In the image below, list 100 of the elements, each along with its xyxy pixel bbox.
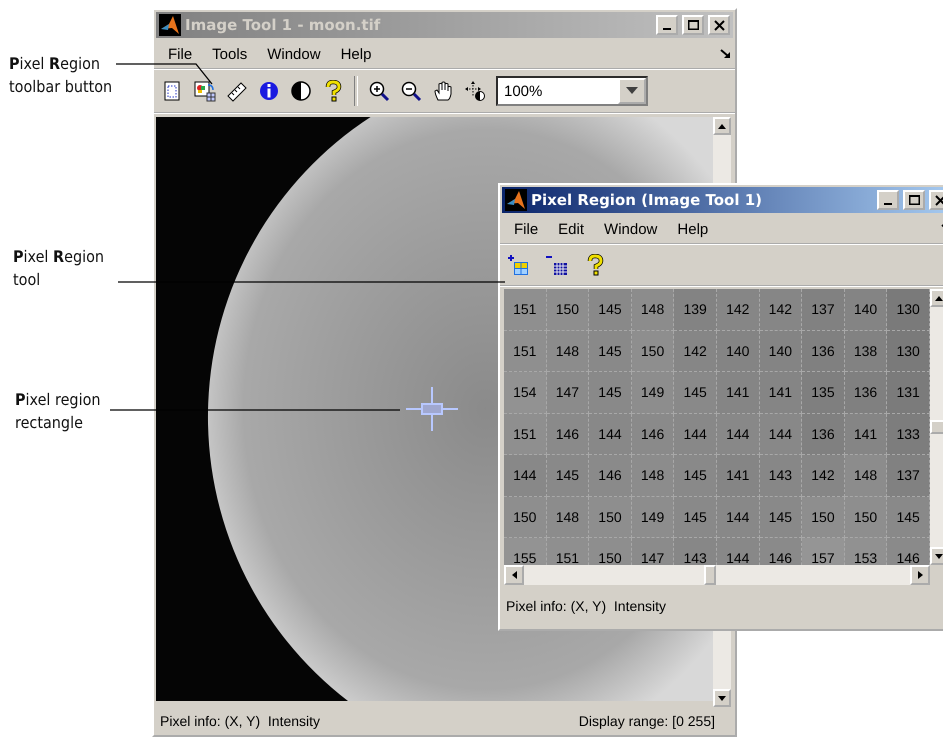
pixel-value-cell: 143 — [760, 455, 802, 496]
scroll-up-icon[interactable] — [935, 296, 943, 300]
callout-label: Pixel Region toolbar button — [9, 53, 114, 98]
scroll-right-icon[interactable] — [918, 571, 922, 579]
zoom-in-icon[interactable] — [368, 80, 390, 102]
minimize-icon — [884, 203, 892, 205]
callout-label: Pixel Region tool — [13, 246, 106, 291]
close-icon — [934, 194, 943, 206]
minimize-icon — [663, 28, 671, 30]
pixel-value-cell: 130 — [887, 289, 930, 330]
menu-item[interactable]: File — [504, 220, 548, 238]
pixel-value-cell: 144 — [589, 414, 632, 455]
pan-arrows-icon[interactable] — [464, 80, 486, 102]
pixel-value-cell: 146 — [546, 414, 590, 455]
pixel-value-cell: 148 — [632, 289, 674, 330]
pixel-value-cell: 151 — [546, 538, 590, 565]
magnification-dropdown[interactable]: 100% — [496, 76, 648, 106]
menu-item[interactable]: Window — [594, 220, 668, 238]
pixel-value-cell: 151 — [504, 414, 547, 455]
pixel-value-cell: 142 — [802, 455, 845, 496]
close-icon — [714, 20, 724, 30]
pixel-value-cell: 148 — [546, 496, 590, 538]
scroll-down-icon[interactable] — [718, 696, 726, 700]
pixel-value-cell: 155 — [504, 538, 547, 565]
pixel-value-cell: 136 — [802, 330, 845, 372]
maximize-icon — [908, 195, 920, 205]
zoom-out-icon[interactable] — [400, 80, 422, 102]
pixel-value-cell: 157 — [802, 538, 845, 565]
window-title: Image Tool 1 - moon.tif — [185, 16, 382, 34]
minimize-button[interactable] — [877, 190, 899, 210]
pixel-value-cell: 141 — [716, 372, 760, 414]
menu-item[interactable]: Window — [257, 46, 331, 62]
pixel-value-cell: 144 — [716, 496, 760, 538]
pixel-value-cell: 144 — [504, 455, 547, 496]
maximize-button[interactable] — [682, 15, 704, 35]
close-button[interactable] — [708, 15, 730, 35]
menu-item[interactable]: Edit — [548, 220, 594, 238]
callout-label: Pixel region rectangle — [15, 389, 102, 434]
pixel-value-cell: 145 — [589, 289, 632, 330]
pixel-value-cell: 145 — [674, 496, 717, 538]
pixel-value-cell: 145 — [674, 372, 717, 414]
maximize-button[interactable] — [903, 190, 925, 210]
scroll-down-icon[interactable] — [935, 554, 943, 558]
pixel-value-cell: 139 — [674, 289, 717, 330]
window-title: Pixel Region (Image Tool 1) — [531, 191, 763, 209]
pixel-value-cell: 150 — [546, 289, 590, 330]
pixel-value-cell: 150 — [802, 496, 845, 538]
display-range-status: Display range: [0 255] — [578, 713, 715, 729]
pixel-value-cell: 135 — [802, 372, 845, 414]
pixel-value-cell: 136 — [844, 372, 888, 414]
pixel-value-cell: 145 — [589, 330, 632, 372]
menu-item[interactable]: Tools — [202, 46, 258, 62]
horizontal-scrollbar[interactable] — [504, 565, 930, 585]
contrast-icon[interactable] — [290, 80, 312, 102]
pixel-value-cell: 146 — [632, 414, 674, 455]
pixel-value-cell: 151 — [504, 289, 547, 330]
pixel-value-cell: 141 — [844, 414, 888, 455]
shrink-grid-icon[interactable] — [546, 254, 570, 276]
pixel-value-cell: 136 — [802, 414, 845, 455]
pixel-value-cell: 145 — [546, 455, 590, 496]
dropdown-caret-icon — [626, 87, 638, 95]
dock-arrow-icon[interactable] — [719, 48, 731, 60]
hand-icon[interactable] — [432, 80, 454, 102]
ruler-icon[interactable] — [226, 80, 248, 102]
scroll-left-icon[interactable] — [512, 571, 516, 579]
pixel-value-cell: 141 — [760, 372, 802, 414]
pixel-value-cell: 144 — [716, 414, 760, 455]
pixel-value-cell: 144 — [760, 414, 802, 455]
scrollbar-thumb[interactable] — [930, 420, 943, 434]
menu-item[interactable]: Help — [330, 46, 382, 62]
info-icon[interactable] — [258, 80, 280, 102]
pixel-value-cell: 142 — [674, 330, 717, 372]
app-logo-icon — [159, 14, 181, 36]
pixel-value-cell: 146 — [589, 455, 632, 496]
vertical-scrollbar[interactable] — [930, 289, 943, 565]
minimize-button[interactable] — [656, 15, 678, 35]
pixel-info-status: Pixel info: (X, Y) Intensity — [506, 598, 666, 614]
pixel-value-cell: 137 — [802, 289, 845, 330]
scrollbar-thumb[interactable] — [704, 565, 716, 585]
pixel-value-cell: 148 — [546, 330, 590, 372]
pixel-value-cell: 144 — [674, 414, 717, 455]
pixel-value-cell: 154 — [504, 372, 547, 414]
scroll-up-icon[interactable] — [718, 124, 726, 128]
menu-item[interactable]: File — [158, 46, 202, 62]
menu-item[interactable]: Help — [667, 220, 718, 238]
pixel-value-cell: 140 — [716, 330, 760, 372]
pixel-value-cell: 145 — [760, 496, 802, 538]
pixel-value-cell: 149 — [632, 372, 674, 414]
pixel-region-icon[interactable] — [194, 80, 216, 102]
pixel-value-cell: 145 — [887, 496, 930, 538]
pixel-value-cell: 145 — [674, 455, 717, 496]
pixel-value-cell: 131 — [887, 372, 930, 414]
app-logo-icon — [505, 189, 527, 211]
pixel-value-cell: 145 — [589, 372, 632, 414]
pixel-value-cell: 149 — [632, 496, 674, 538]
pixel-value-cell: 153 — [844, 538, 888, 565]
pixel-value-cell: 141 — [716, 455, 760, 496]
pixel-value-cell: 142 — [716, 289, 760, 330]
pixel-value-cell: 150 — [844, 496, 888, 538]
pixel-value-cell: 148 — [844, 455, 888, 496]
